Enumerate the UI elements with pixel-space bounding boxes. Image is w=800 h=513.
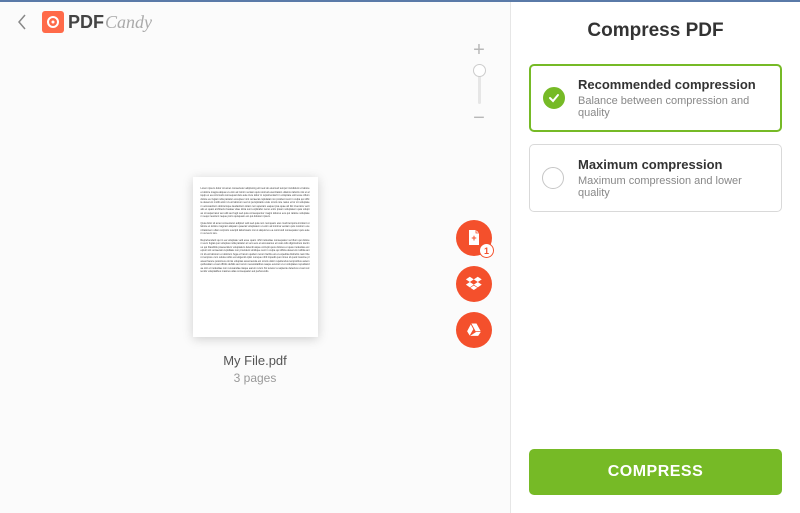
add-file-button[interactable]: + 1 [456, 220, 492, 256]
logo-text: PDFCandy [68, 12, 152, 33]
settings-panel: Compress PDF Recommended compression Bal… [510, 2, 800, 513]
dropbox-icon [465, 275, 483, 293]
file-preview: 1 Lorem ipsum dolor sit amet consectetur… [191, 177, 319, 385]
option-desc: Balance between compression and quality [578, 95, 769, 119]
zoom-in-icon[interactable]: + [473, 40, 485, 60]
google-drive-icon [465, 321, 483, 339]
page-thumbnail[interactable]: 1 Lorem ipsum dolor sit amet consectetur… [193, 177, 318, 337]
action-buttons: + 1 [456, 220, 492, 348]
google-drive-button[interactable] [456, 312, 492, 348]
topbar: PDFCandy [0, 2, 510, 42]
file-name: My File.pdf [223, 353, 287, 368]
zoom-out-icon[interactable]: − [473, 108, 485, 128]
radio-unselected-icon [542, 167, 564, 189]
panel-title: Compress PDF [529, 20, 782, 42]
compress-button[interactable]: COMPRESS [529, 449, 782, 495]
option-desc: Maximum compression and lower quality [578, 175, 769, 199]
zoom-thumb[interactable] [473, 64, 486, 77]
radio-selected-icon [543, 87, 565, 109]
option-title: Recommended compression [578, 77, 769, 92]
option-title: Maximum compression [578, 157, 769, 172]
preview-panel: PDFCandy + − 1 Lorem ipsum dolor sit ame… [0, 2, 510, 513]
zoom-slider[interactable]: + − [470, 40, 488, 128]
back-button[interactable] [8, 8, 36, 36]
app-logo: PDFCandy [42, 11, 152, 33]
zoom-track[interactable] [478, 64, 481, 104]
chevron-left-icon [17, 14, 27, 30]
add-file-badge: 1 [479, 243, 494, 258]
thumbnail-content: Lorem ipsum dolor sit amet consectetur a… [201, 187, 310, 274]
logo-mark-icon [42, 11, 64, 33]
dropbox-button[interactable] [456, 266, 492, 302]
option-maximum[interactable]: Maximum compression Maximum compression … [529, 144, 782, 212]
page-count-label: 3 pages [234, 371, 277, 385]
svg-text:+: + [471, 233, 476, 243]
option-recommended[interactable]: Recommended compression Balance between … [529, 64, 782, 132]
